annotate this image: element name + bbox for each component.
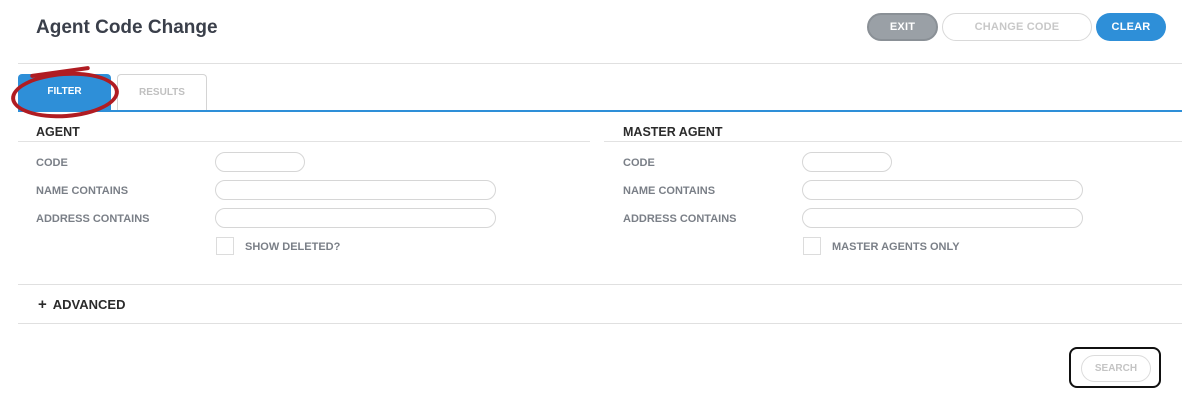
advanced-top-divider: [18, 284, 1182, 285]
change-code-button[interactable]: CHANGE CODE: [942, 13, 1092, 41]
agent-code-input[interactable]: [215, 152, 305, 172]
exit-button[interactable]: EXIT: [867, 13, 938, 41]
clear-button[interactable]: CLEAR: [1096, 13, 1166, 41]
agent-address-label: ADDRESS CONTAINS: [36, 213, 150, 225]
master-agent-section-title: MASTER AGENT: [623, 125, 723, 139]
advanced-label: ADVANCED: [52, 297, 126, 312]
agent-section-rule: [18, 141, 590, 142]
search-button[interactable]: SEARCH: [1081, 355, 1151, 382]
advanced-bottom-divider: [18, 323, 1182, 324]
header-divider: [18, 63, 1182, 64]
plus-icon: +: [38, 296, 47, 313]
tab-results[interactable]: RESULTS: [117, 74, 207, 110]
master-address-label: ADDRESS CONTAINS: [623, 213, 737, 225]
page-title: Agent Code Change: [36, 17, 218, 38]
show-deleted-checkbox[interactable]: [216, 237, 234, 255]
agent-name-input[interactable]: [215, 180, 496, 200]
agent-section-title: AGENT: [36, 125, 80, 139]
tab-underline: [18, 110, 1182, 112]
master-code-label: CODE: [623, 157, 655, 169]
master-name-input[interactable]: [802, 180, 1083, 200]
master-agents-only-checkbox[interactable]: [803, 237, 821, 255]
agent-address-input[interactable]: [215, 208, 496, 228]
advanced-toggle[interactable]: + ADVANCED: [38, 296, 125, 313]
master-code-input[interactable]: [802, 152, 892, 172]
show-deleted-label: SHOW DELETED?: [245, 241, 341, 253]
master-agent-section-rule: [604, 141, 1182, 142]
master-agents-only-label: MASTER AGENTS ONLY: [832, 241, 960, 253]
master-address-input[interactable]: [802, 208, 1083, 228]
agent-code-label: CODE: [36, 157, 68, 169]
agent-name-label: NAME CONTAINS: [36, 185, 129, 197]
master-name-label: NAME CONTAINS: [623, 185, 716, 197]
